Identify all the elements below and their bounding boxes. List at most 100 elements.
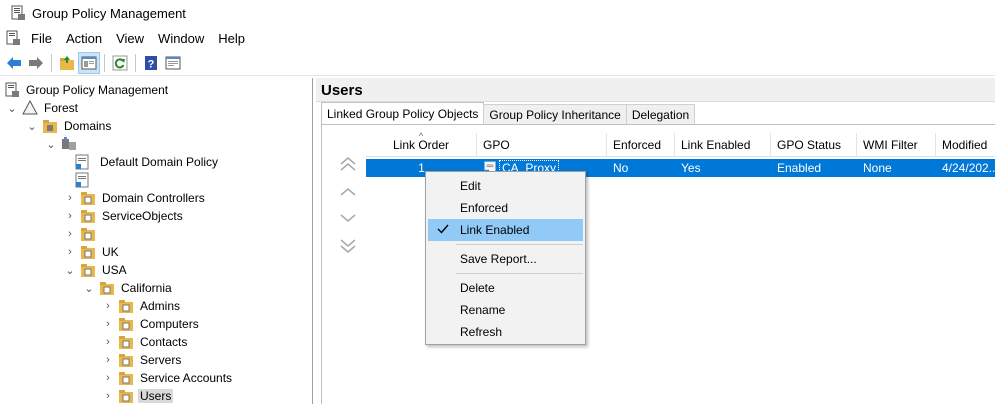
tab-content: ^ Link Order GPO Enforced Link Enabled G… — [321, 124, 995, 404]
column-link-order[interactable]: ^ Link Order — [366, 131, 477, 157]
menu-item-enforced[interactable]: Enforced — [428, 197, 583, 219]
chevron-right-icon[interactable]: › — [102, 336, 114, 348]
tree-node-domains[interactable]: ⌄ Domains — [26, 117, 113, 135]
up-one-level-button[interactable] — [56, 52, 78, 74]
pane-title: Users — [321, 82, 363, 99]
properties-button[interactable] — [162, 52, 184, 74]
tree-node-forest[interactable]: ⌄ Forest — [6, 99, 80, 117]
chevron-right-icon[interactable]: › — [102, 318, 114, 330]
menu-bar: File Action View Window Help — [0, 27, 995, 49]
move-to-top-icon[interactable] — [338, 155, 358, 175]
chevron-down-icon[interactable]: ⌄ — [6, 102, 18, 115]
toolbar-separator — [104, 53, 105, 72]
chevron-right-icon[interactable]: › — [64, 210, 76, 222]
tree-node-domain[interactable]: ⌄ — [45, 135, 85, 153]
properties-icon — [165, 56, 181, 69]
up-folder-icon — [60, 55, 74, 70]
list-header: ^ Link Order GPO Enforced Link Enabled G… — [366, 131, 995, 157]
chevron-down-icon[interactable]: ⌄ — [64, 264, 76, 277]
tree-label-default-domain-policy[interactable]: Default Domain Policy — [98, 153, 220, 171]
menu-view[interactable]: View — [114, 31, 146, 46]
menu-item-label: Link Enabled — [460, 223, 530, 237]
menu-action[interactable]: Action — [64, 31, 104, 46]
menu-item-link-enabled[interactable]: Link Enabled — [428, 219, 583, 241]
menu-item-rename[interactable]: Rename — [428, 299, 583, 321]
chevron-right-icon[interactable]: › — [64, 228, 76, 240]
tree-node-contacts[interactable]: › Contacts — [102, 333, 189, 351]
tree-node-uk[interactable]: › UK — [64, 243, 121, 261]
column-label: Enforced — [613, 138, 662, 152]
tree-node-service-accounts[interactable]: › Service Accounts — [102, 369, 234, 387]
tree-node-servers[interactable]: › Servers — [102, 351, 183, 369]
cell-link-enabled: Yes — [681, 161, 701, 175]
tree-node-unnamed-ou[interactable]: › — [64, 225, 104, 243]
column-gpo-status[interactable]: GPO Status — [771, 133, 857, 157]
tree-node-admins[interactable]: › Admins — [102, 297, 182, 315]
tree-node-default-domain-policy[interactable] — [70, 153, 98, 171]
column-wmi-filter[interactable]: WMI Filter — [857, 133, 936, 157]
help-icon: ? — [145, 55, 157, 70]
show-hide-console-tree-button[interactable] — [78, 51, 100, 74]
column-gpo[interactable]: GPO — [477, 133, 607, 157]
chevron-right-icon[interactable]: › — [102, 390, 114, 402]
tab-delegation[interactable]: Delegation — [625, 104, 696, 124]
cell-wmi-filter: None — [863, 161, 892, 175]
menu-file[interactable]: File — [29, 31, 54, 46]
menu-item-edit[interactable]: Edit — [428, 175, 583, 197]
move-up-icon[interactable] — [338, 182, 358, 202]
refresh-button[interactable] — [109, 52, 131, 74]
tree-node-usa[interactable]: ⌄ USA — [64, 261, 129, 279]
results-pane: Users Linked Group Policy Objects Group … — [316, 78, 995, 404]
chevron-right-icon[interactable]: › — [64, 246, 76, 258]
chevron-down-icon[interactable]: ⌄ — [45, 138, 57, 151]
ou-folder-icon — [81, 246, 95, 259]
column-enforced[interactable]: Enforced — [607, 133, 675, 157]
system-menu-icon[interactable] — [5, 30, 21, 46]
tab-gp-inheritance[interactable]: Group Policy Inheritance — [483, 104, 627, 124]
chevron-right-icon[interactable]: › — [64, 192, 76, 204]
menu-window[interactable]: Window — [156, 31, 206, 46]
tree-node-serviceobjects[interactable]: › ServiceObjects — [64, 207, 185, 225]
column-link-enabled[interactable]: Link Enabled — [675, 133, 771, 157]
menu-item-label: Save Report... — [460, 252, 537, 266]
refresh-icon — [112, 55, 128, 70]
console-tree[interactable]: Group Policy Management ⌄ Forest ⌄ Domai… — [0, 78, 313, 404]
column-modified[interactable]: Modified — [936, 133, 995, 157]
menu-item-delete[interactable]: Delete — [428, 277, 583, 299]
tab-linked-gpos[interactable]: Linked Group Policy Objects — [321, 102, 485, 124]
menu-separator — [456, 273, 583, 274]
tree-node-users[interactable]: › Users — [102, 387, 174, 404]
tree-label: ServiceObjects — [102, 209, 183, 223]
tree-node-gpo-link[interactable] — [70, 171, 94, 189]
chevron-down-icon[interactable]: ⌄ — [83, 282, 95, 295]
ou-folder-icon — [119, 318, 133, 331]
ou-folder-icon — [119, 372, 133, 385]
tree-node-computers[interactable]: › Computers — [102, 315, 201, 333]
tree-label: Users — [138, 389, 174, 403]
move-down-icon[interactable] — [338, 208, 358, 228]
menu-item-label: Rename — [460, 303, 506, 317]
chevron-right-icon[interactable]: › — [102, 354, 114, 366]
ou-folder-icon — [119, 300, 133, 313]
tree-node-domain-controllers[interactable]: › Domain Controllers — [64, 189, 207, 207]
tree-label: Forest — [44, 101, 79, 115]
chevron-right-icon[interactable]: › — [102, 300, 114, 312]
forward-button[interactable] — [25, 52, 47, 74]
move-to-bottom-icon[interactable] — [338, 235, 358, 255]
forward-icon — [29, 56, 43, 69]
menu-item-save-report[interactable]: Save Report... — [428, 248, 583, 270]
chevron-right-icon[interactable]: › — [102, 372, 114, 384]
pane-header: Users — [316, 78, 995, 102]
tree-label: California — [121, 281, 172, 295]
menu-help[interactable]: Help — [216, 31, 247, 46]
menu-item-label: Enforced — [460, 201, 509, 215]
chevron-down-icon[interactable]: ⌄ — [26, 120, 38, 133]
ou-folder-icon — [81, 228, 95, 241]
context-menu: Edit Enforced Link Enabled Save Report..… — [425, 171, 586, 345]
help-button[interactable]: ? — [140, 52, 162, 74]
menu-item-refresh[interactable]: Refresh — [428, 321, 583, 343]
tree-node-california[interactable]: ⌄ California — [83, 279, 174, 297]
window-title: Group Policy Management — [32, 5, 186, 21]
back-button[interactable] — [3, 52, 25, 74]
tree-node-root[interactable]: Group Policy Management — [0, 81, 170, 99]
